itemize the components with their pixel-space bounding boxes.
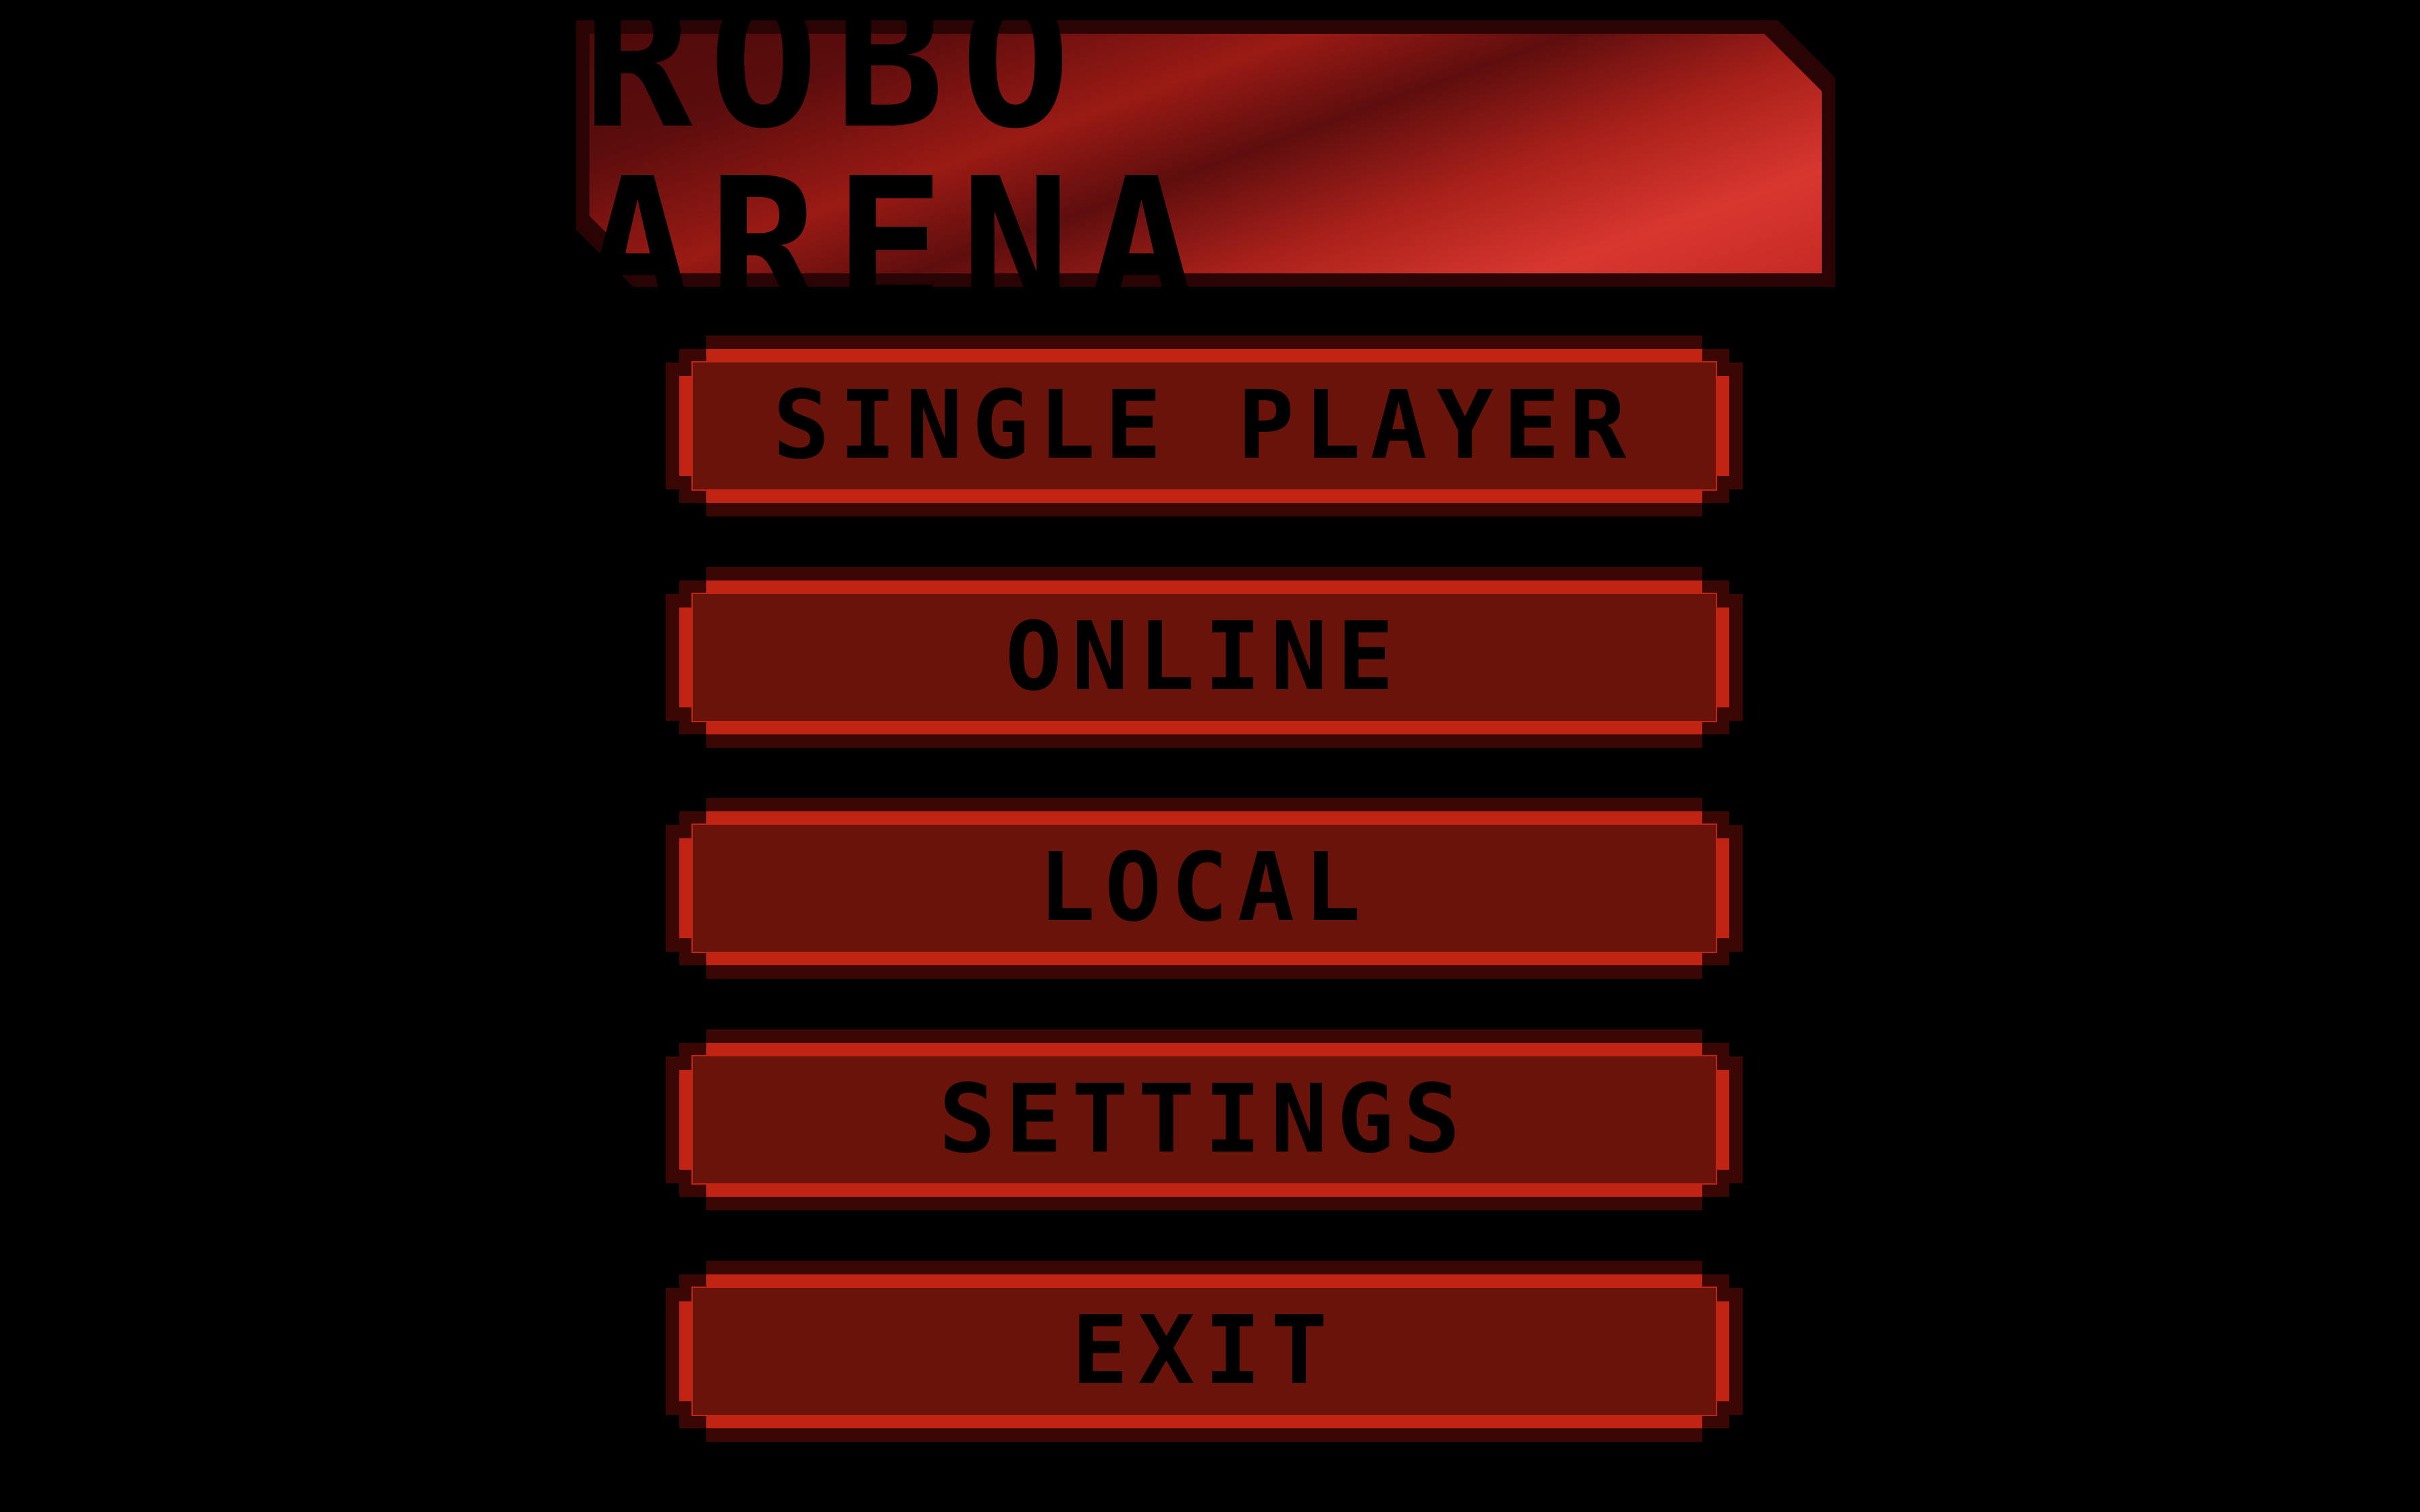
local-label: LOCAL	[1038, 833, 1371, 943]
main-menu-screen: ROBO ARENA SINGLE PLAYER ONLINE LOCAL SE…	[0, 0, 2420, 1512]
exit-button[interactable]: EXIT	[666, 1261, 1743, 1442]
online-button[interactable]: ONLINE	[666, 567, 1743, 748]
local-button[interactable]: LOCAL	[666, 798, 1743, 979]
single-player-button[interactable]: SINGLE PLAYER	[666, 335, 1743, 516]
settings-label: SETTINGS	[939, 1064, 1470, 1174]
online-label: ONLINE	[1005, 602, 1404, 712]
settings-button[interactable]: SETTINGS	[666, 1029, 1743, 1210]
game-title: ROBO ARENA	[583, 0, 1213, 351]
title-banner: ROBO ARENA	[576, 20, 1835, 287]
single-player-label: SINGLE PLAYER	[772, 371, 1636, 481]
exit-label: EXIT	[1071, 1296, 1338, 1406]
